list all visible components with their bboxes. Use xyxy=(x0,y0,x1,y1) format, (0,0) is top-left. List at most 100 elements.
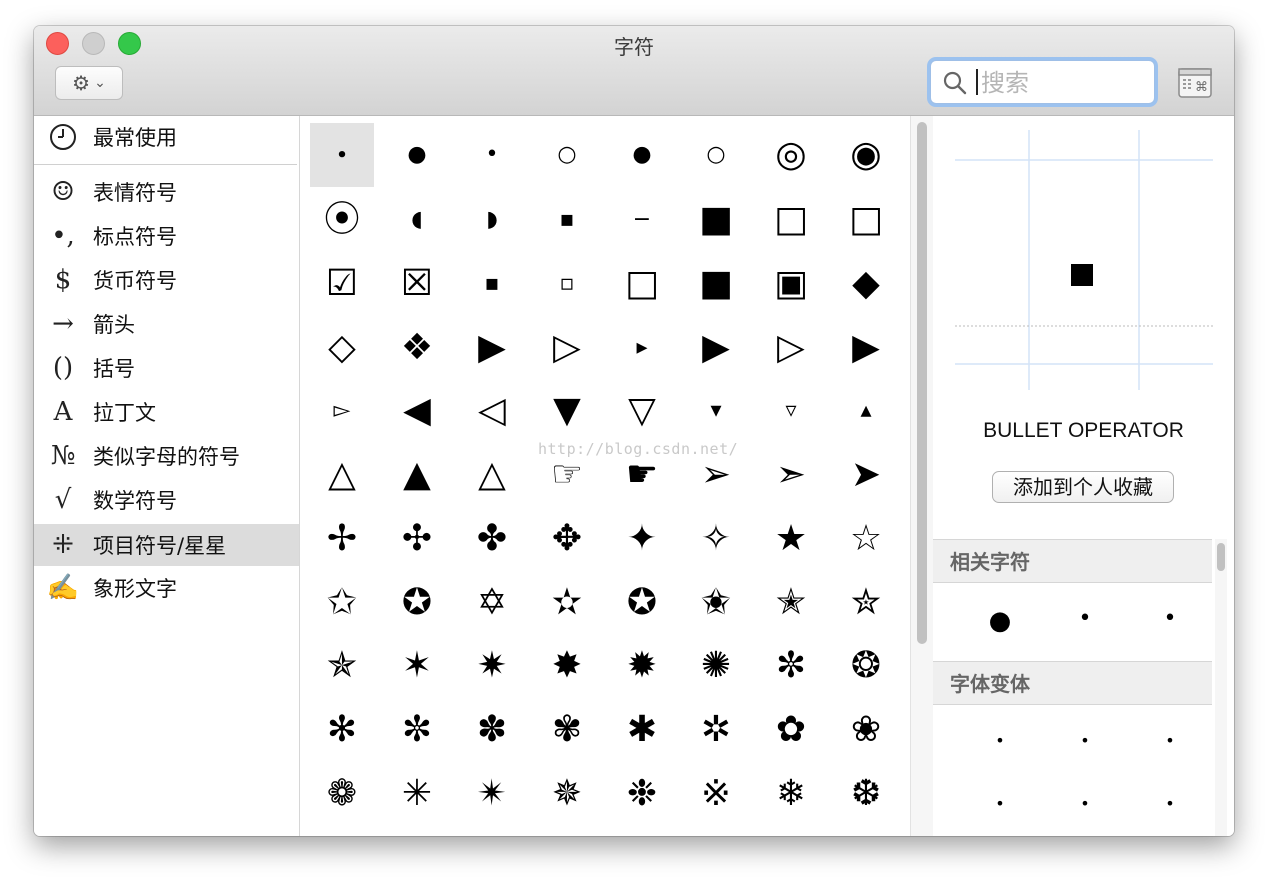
glyph-cell[interactable]: ◁ xyxy=(460,379,524,443)
glyph-cell[interactable]: ❄ xyxy=(759,762,823,826)
glyph-cell[interactable]: ■ xyxy=(684,252,748,316)
glyph-cell[interactable]: ✼ xyxy=(759,634,823,698)
glyph-cell[interactable]: ✷ xyxy=(460,634,524,698)
glyph-cell[interactable]: ○ xyxy=(684,123,748,187)
glyph-cell[interactable]: ★ xyxy=(759,507,823,571)
sidebar-item-2[interactable]: •, 标点符号 xyxy=(34,215,299,257)
glyph-cell[interactable]: ⦿ xyxy=(310,188,374,252)
glyph-cell[interactable]: ✬ xyxy=(684,571,748,635)
glyph-cell[interactable]: ☆ xyxy=(834,507,898,571)
glyph-cell[interactable]: ▻ xyxy=(310,379,374,443)
glyph-cell[interactable]: ➤ xyxy=(834,443,898,507)
glyph-cell[interactable]: △ xyxy=(460,443,524,507)
sidebar-item-4[interactable]: → 箭头 xyxy=(34,303,299,345)
glyph-cell[interactable]: ■ xyxy=(684,188,748,252)
glyph-cell[interactable]: ▷ xyxy=(759,316,823,380)
glyph-cell[interactable]: • xyxy=(980,794,1020,813)
glyph-cell[interactable]: ∙ xyxy=(310,123,374,187)
glyph-cell[interactable]: • xyxy=(1150,731,1190,750)
glyph-cell[interactable]: ✭ xyxy=(759,571,823,635)
glyph-cell[interactable]: ◉ xyxy=(834,123,898,187)
glyph-cell[interactable]: ▾ xyxy=(684,379,748,443)
search-field[interactable] xyxy=(930,60,1155,104)
inspector-scrollbar-thumb[interactable] xyxy=(1217,543,1225,571)
glyph-cell[interactable]: ✶ xyxy=(385,634,449,698)
glyph-cell[interactable]: ✱ xyxy=(610,698,674,762)
sidebar-item-6[interactable]: A 拉丁文 xyxy=(34,391,299,433)
glyph-cell[interactable]: ▿ xyxy=(759,379,823,443)
glyph-cell[interactable]: ❁ xyxy=(310,762,374,826)
glyph-cell[interactable]: ▷ xyxy=(535,316,599,380)
glyph-cell[interactable]: ✽ xyxy=(460,698,524,762)
glyph-cell[interactable]: ❀ xyxy=(834,698,898,762)
glyph-cell[interactable]: ✦ xyxy=(610,507,674,571)
glyph-cell[interactable]: ◀ xyxy=(385,379,449,443)
glyph-cell[interactable]: ✿ xyxy=(759,698,823,762)
sidebar-item-9[interactable]: ⁜ 项目符号/星星 xyxy=(34,524,299,566)
glyph-cell[interactable]: ▸ xyxy=(610,316,674,380)
glyph-cell[interactable]: ✺ xyxy=(684,634,748,698)
glyph-cell[interactable]: □ xyxy=(834,188,898,252)
glyph-cell[interactable]: ✪ xyxy=(610,571,674,635)
glyph-cell[interactable]: △ xyxy=(310,443,374,507)
glyph-cell[interactable]: ◆ xyxy=(834,252,898,316)
glyph-cell[interactable]: ❂ xyxy=(834,634,898,698)
inspector-scrollbar[interactable] xyxy=(1215,539,1227,836)
glyph-cell[interactable]: ✼ xyxy=(385,698,449,762)
glyph-cell[interactable]: − xyxy=(610,188,674,252)
glyph-cell[interactable]: ✯ xyxy=(310,634,374,698)
glyph-cell[interactable]: ▶ xyxy=(684,316,748,380)
glyph-cell[interactable]: □ xyxy=(610,252,674,316)
glyph-cell[interactable]: • xyxy=(1150,606,1190,631)
keyboard-viewer-icon[interactable]: ⌘ xyxy=(1178,68,1212,98)
glyph-cell[interactable]: ❉ xyxy=(610,762,674,826)
glyph-cell[interactable]: ● xyxy=(610,123,674,187)
glyph-cell[interactable]: ✣ xyxy=(385,507,449,571)
sidebar-item-1[interactable]: ☺ 表情符号 xyxy=(34,171,299,213)
glyph-cell[interactable]: ✮ xyxy=(834,571,898,635)
glyph-cell[interactable]: ✴ xyxy=(460,762,524,826)
glyph-cell[interactable]: ✧ xyxy=(684,507,748,571)
glyph-cell[interactable]: ✲ xyxy=(684,698,748,762)
glyph-cell[interactable]: ▶ xyxy=(834,316,898,380)
glyph-cell[interactable]: ✳ xyxy=(385,762,449,826)
glyph-cell[interactable]: ▼ xyxy=(535,379,599,443)
glyph-cell[interactable]: ✸ xyxy=(535,634,599,698)
glyph-cell[interactable]: • xyxy=(1065,794,1105,813)
settings-menu-button[interactable]: ⚙ ⌄ xyxy=(55,66,123,100)
glyph-cell[interactable]: ✤ xyxy=(460,507,524,571)
glyph-cell[interactable]: ▴ xyxy=(834,379,898,443)
glyph-cell[interactable]: ✹ xyxy=(610,634,674,698)
glyph-cell[interactable]: ✥ xyxy=(535,507,599,571)
glyph-cell[interactable]: ※ xyxy=(684,762,748,826)
glyph-cell[interactable]: ● xyxy=(385,123,449,187)
glyph-cell[interactable]: ☒ xyxy=(385,252,449,316)
glyph-cell[interactable]: ◗ xyxy=(460,188,524,252)
glyph-cell[interactable]: ▪ xyxy=(460,252,524,316)
glyph-cell[interactable]: ▣ xyxy=(759,252,823,316)
glyph-cell[interactable]: ✵ xyxy=(535,762,599,826)
grid-scrollbar[interactable] xyxy=(910,116,934,836)
glyph-cell[interactable]: ▪ xyxy=(535,188,599,252)
glyph-cell[interactable]: ▶ xyxy=(460,316,524,380)
glyph-cell[interactable]: • xyxy=(980,731,1020,750)
sidebar-item-0[interactable]: 最常使用 xyxy=(34,116,299,158)
glyph-cell[interactable]: • xyxy=(1065,606,1105,631)
glyph-cell[interactable]: ✾ xyxy=(535,698,599,762)
glyph-cell[interactable]: ◖ xyxy=(385,188,449,252)
glyph-cell[interactable]: ➣ xyxy=(759,443,823,507)
glyph-cell[interactable]: ● xyxy=(980,606,1020,636)
search-input[interactable] xyxy=(979,65,1143,101)
sidebar-item-7[interactable]: № 类似字母的符号 xyxy=(34,435,299,477)
glyph-cell[interactable]: • xyxy=(460,123,524,187)
glyph-cell[interactable]: ❖ xyxy=(385,316,449,380)
sidebar-item-8[interactable]: √ 数学符号 xyxy=(34,479,299,521)
glyph-cell[interactable]: □ xyxy=(759,188,823,252)
glyph-cell[interactable]: ✻ xyxy=(310,698,374,762)
glyph-cell[interactable]: ☑ xyxy=(310,252,374,316)
glyph-cell[interactable]: ✫ xyxy=(535,571,599,635)
glyph-cell[interactable]: ○ xyxy=(535,123,599,187)
glyph-cell[interactable]: ✩ xyxy=(310,571,374,635)
sidebar-item-3[interactable]: $ 货币符号 xyxy=(34,259,299,301)
scrollbar-thumb[interactable] xyxy=(917,122,927,644)
